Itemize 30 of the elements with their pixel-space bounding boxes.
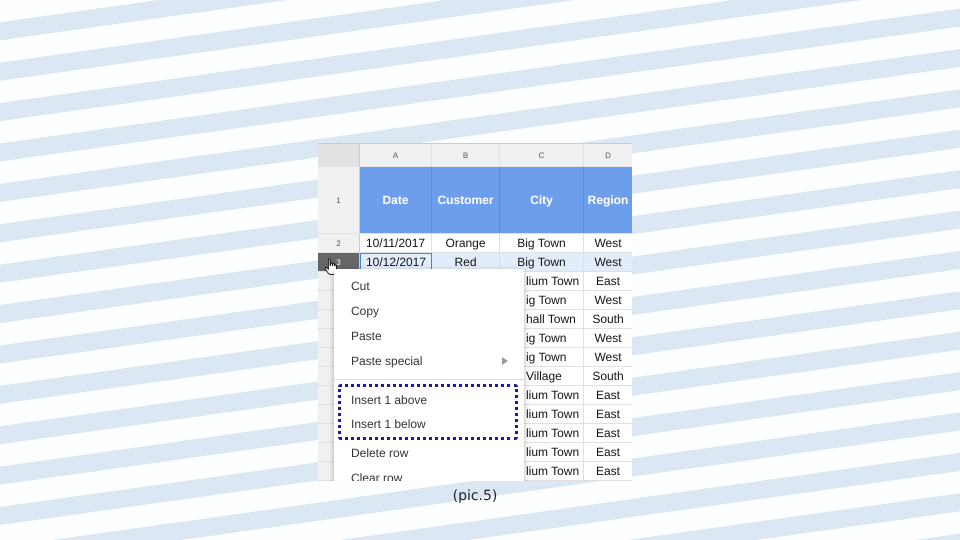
table-cell-text: West	[593, 330, 623, 347]
table-cell-text: East	[594, 273, 621, 290]
table-cell-text: West	[593, 235, 623, 252]
table-cell-text: East	[594, 444, 621, 461]
table-cell-text: East	[594, 425, 621, 442]
table-cell-text: South	[591, 311, 625, 328]
table-cell-text: West	[593, 292, 623, 309]
submenu-arrow-icon	[502, 356, 508, 364]
menu-item[interactable]: Delete row	[334, 440, 524, 465]
caption: (pic.5)	[452, 488, 498, 504]
table-cell: 10/11/2017	[360, 234, 432, 252]
table-cell: Big Town	[500, 234, 584, 252]
table-cell-text: East	[594, 406, 621, 423]
table-cell-text: West	[593, 349, 623, 366]
menu-item[interactable]: Insert 1 below	[341, 412, 515, 436]
table-cell-text: East	[594, 463, 621, 480]
table-cell: Big Town	[500, 253, 584, 271]
header-cell: Date	[360, 167, 432, 233]
table-cell: West	[584, 253, 632, 271]
menu-item[interactable]: Cut	[334, 273, 524, 298]
header-cell: Region	[584, 167, 632, 233]
header-cell: City	[500, 167, 584, 233]
header-cell: Customer	[432, 167, 500, 233]
table-cell: Orange	[432, 234, 500, 252]
menu-item[interactable]: Paste special	[334, 348, 524, 373]
table-cell-text: East	[594, 387, 621, 404]
table-cell-text: South	[591, 368, 625, 385]
menu-item[interactable]: Copy	[334, 298, 524, 323]
menu-item[interactable]: Paste	[334, 323, 524, 348]
menu-item[interactable]: Insert 1 above	[341, 388, 515, 412]
